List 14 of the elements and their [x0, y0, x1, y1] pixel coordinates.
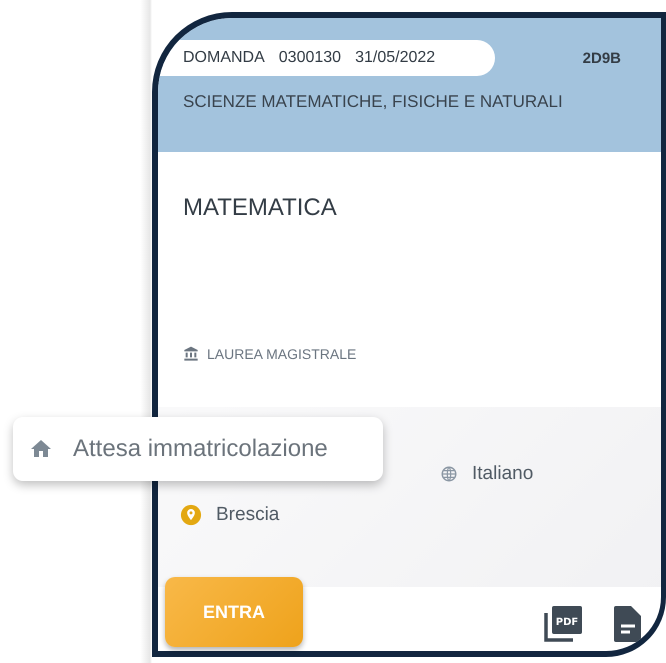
degree-type: LAUREA MAGISTRALE [207, 346, 356, 362]
request-label: DOMANDA [183, 49, 265, 67]
location-pin-icon [180, 504, 202, 526]
location-text: Brescia [216, 504, 280, 526]
course-title: MATEMATICA [183, 194, 338, 222]
bank-icon [183, 346, 199, 362]
faculty-name: SCIENZE MATEMATICHE, FISICHE E NATURALI [183, 92, 564, 112]
request-code: 2D9B [582, 50, 621, 66]
document-icon[interactable] [613, 606, 641, 642]
globe-icon [440, 465, 458, 483]
request-number: 0300130 [278, 49, 342, 67]
status-text: Attesa immatricolazione [73, 435, 328, 463]
language-text: Italiano [472, 463, 534, 485]
request-date: 31/05/2022 [355, 49, 436, 67]
